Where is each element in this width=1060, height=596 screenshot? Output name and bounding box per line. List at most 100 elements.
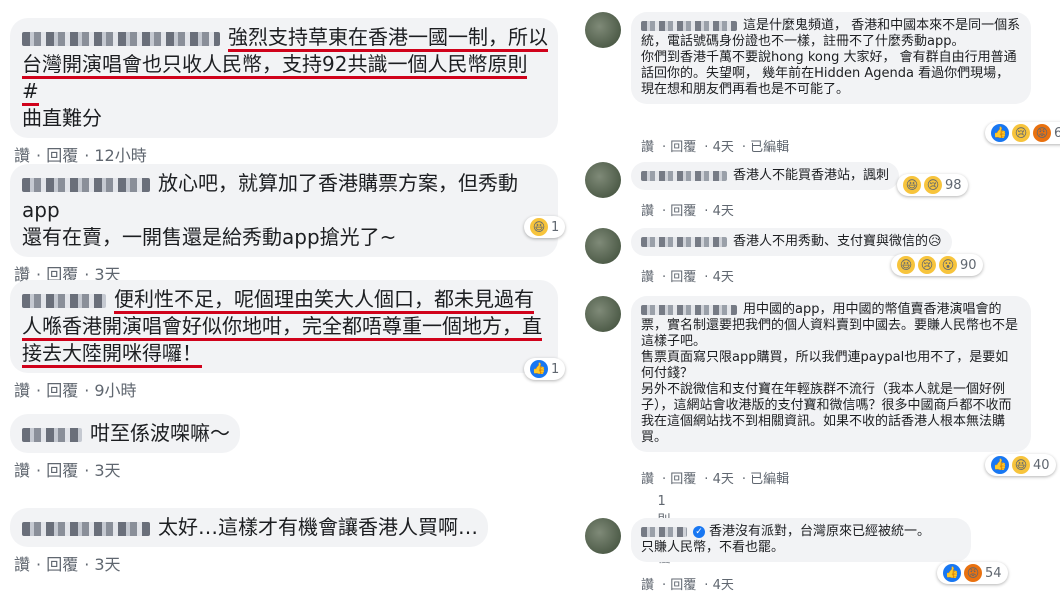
edited-label[interactable]: 已編輯 bbox=[750, 472, 789, 487]
timestamp[interactable]: 4天 bbox=[713, 204, 734, 219]
timestamp[interactable]: 4天 bbox=[713, 472, 734, 487]
reply-link[interactable]: 回覆 bbox=[670, 578, 696, 593]
avatar[interactable] bbox=[585, 518, 621, 554]
left-comment-column: 強烈支持草東在香港一國一制，所以 台灣開演唱會也只收人民幣，支持92共識一個人民… bbox=[0, 0, 570, 596]
comment-text: 香港人不用秀動、支付寶與微信的😥 bbox=[733, 234, 942, 249]
reaction-count: 40 bbox=[1033, 457, 1050, 473]
avatar[interactable] bbox=[585, 296, 621, 332]
comment-bubble: 香港人不能買香港站，諷刺 bbox=[631, 162, 900, 190]
comment-meta: 讚 · 回覆 · 4天 bbox=[641, 270, 734, 285]
comment-meta: 讚 · 回覆 · 4天 bbox=[641, 204, 734, 219]
comment-item: 放心吧，就算加了香港購票方案，但秀動app 還有在賣，一開售還是給秀動app搶光… bbox=[10, 164, 566, 285]
like-link[interactable]: 讚 bbox=[14, 461, 30, 480]
commenter-name[interactable] bbox=[22, 31, 220, 46]
like-link[interactable]: 讚 bbox=[641, 204, 654, 219]
comment-meta: 讚 · 回覆 · 4天 · 已編輯 bbox=[641, 472, 790, 487]
reaction-summary[interactable]: 😆 😢 98 bbox=[897, 174, 968, 196]
comment-text-line: 曲直難分 bbox=[22, 106, 102, 130]
commenter-name[interactable] bbox=[22, 427, 82, 442]
comment-text-line: 接去大陸開咪得囉！ bbox=[22, 341, 202, 368]
like-reaction-icon: 👍 bbox=[991, 124, 1009, 142]
reaction-count: 1 bbox=[551, 361, 560, 377]
haha-reaction-icon: 😆 bbox=[530, 218, 548, 236]
like-link[interactable]: 讚 bbox=[641, 140, 654, 155]
avatar[interactable] bbox=[585, 12, 621, 48]
reply-link[interactable]: 回覆 bbox=[670, 270, 696, 285]
commenter-name[interactable] bbox=[641, 20, 737, 31]
timestamp[interactable]: 3天 bbox=[94, 555, 120, 574]
sad-reaction-icon: 😢 bbox=[918, 256, 936, 274]
comment-item: 咁至係波㗎嘛～ 讚 · 回覆 · 3天 bbox=[10, 414, 240, 481]
commenter-name[interactable] bbox=[641, 304, 737, 315]
comment-bubble: 這是什麼鬼頻道， 香港和中國本來不是同一個系統，電話號碼身份證也不一樣，註冊不了… bbox=[631, 12, 1031, 104]
verified-icon: ✓ bbox=[693, 525, 705, 538]
reaction-summary[interactable]: 👍 😢 😡 61 bbox=[985, 122, 1060, 144]
comment-meta: 讚 · 回覆 · 4天 · 已編輯 bbox=[641, 140, 790, 155]
comment-meta: 讚 · 回覆 · 3天 bbox=[14, 555, 121, 574]
reply-link[interactable]: 回覆 bbox=[46, 381, 78, 400]
reaction-summary[interactable]: 😆 1 bbox=[524, 216, 566, 238]
comment-text-line: 咁至係波㗎嘛～ bbox=[90, 421, 230, 445]
like-link[interactable]: 讚 bbox=[14, 146, 30, 165]
comment-bubble: 太好…這樣才有機會讓香港人買啊… bbox=[10, 508, 488, 547]
comment-bubble: 便利性不足，呢個理由笑大人個口，都未見過有 人喺香港開演唱會好似你地咁，完全都唔… bbox=[10, 280, 558, 373]
comment-text-line: 台灣開演唱會也只收人民幣，支持92共識一個人民幣原則 # bbox=[22, 52, 528, 106]
comment-meta: 讚 · 回覆 · 9小時 bbox=[14, 381, 137, 400]
reaction-count: 61 bbox=[1054, 125, 1060, 141]
reply-link[interactable]: 回覆 bbox=[670, 140, 696, 155]
commenter-name[interactable] bbox=[22, 293, 106, 308]
comment-meta: 讚 · 回覆 · 3天 bbox=[14, 461, 121, 480]
reply-link[interactable]: 回覆 bbox=[46, 146, 78, 165]
commenter-name[interactable] bbox=[641, 236, 727, 247]
commenter-name[interactable] bbox=[22, 177, 150, 192]
comment-bubble: 用中國的app，用中國的幣值賣香港演唱會的票，實名制還要把我們的個人資料賣到中國… bbox=[631, 296, 1031, 452]
avatar[interactable] bbox=[585, 228, 621, 264]
like-link[interactable]: 讚 bbox=[641, 578, 654, 593]
reply-link[interactable]: 回覆 bbox=[46, 555, 78, 574]
timestamp[interactable]: 4天 bbox=[713, 140, 734, 155]
commenter-name[interactable] bbox=[641, 170, 727, 181]
comment-item: 便利性不足，呢個理由笑大人個口，都未見過有 人喺香港開演唱會好似你地咁，完全都唔… bbox=[10, 280, 566, 401]
reaction-summary[interactable]: 👍 😡 54 bbox=[937, 562, 1008, 584]
comment-bubble: 香港人不用秀動、支付寶與微信的😥 bbox=[631, 228, 952, 256]
comment-item: 強烈支持草東在香港一國一制，所以 台灣開演唱會也只收人民幣，支持92共識一個人民… bbox=[10, 18, 558, 166]
like-link[interactable]: 讚 bbox=[14, 381, 30, 400]
timestamp[interactable]: 9小時 bbox=[94, 381, 136, 400]
like-link[interactable]: 讚 bbox=[14, 555, 30, 574]
avatar[interactable] bbox=[585, 162, 621, 198]
reply-link[interactable]: 回覆 bbox=[670, 472, 696, 487]
angry-reaction-icon: 😡 bbox=[964, 564, 982, 582]
timestamp[interactable]: 12小時 bbox=[94, 146, 146, 165]
commenter-name[interactable] bbox=[641, 526, 687, 537]
comment-bubble: ✓ 香港沒有派對，台灣原來已經被統一。 只賺人民幣，不看也罷。 bbox=[631, 518, 971, 562]
reaction-summary[interactable]: 👍 😆 40 bbox=[985, 454, 1056, 476]
comment-meta: 讚 · 回覆 · 12小時 bbox=[14, 146, 147, 165]
comment-text-line: 還有在賣，一開售還是給秀動app搶光了~ bbox=[22, 225, 397, 249]
comment-bubble: 放心吧，就算加了香港購票方案，但秀動app 還有在賣，一開售還是給秀動app搶光… bbox=[10, 164, 558, 257]
reaction-summary[interactable]: 👍 1 bbox=[524, 358, 566, 380]
angry-reaction-icon: 😡 bbox=[1033, 124, 1051, 142]
wow-reaction-icon: 😮 bbox=[939, 256, 957, 274]
timestamp[interactable]: 4天 bbox=[713, 270, 734, 285]
haha-reaction-icon: 😆 bbox=[1012, 456, 1030, 474]
comment-text-line: 太好…這樣才有機會讓香港人買啊… bbox=[158, 515, 478, 539]
comment-bubble: 強烈支持草東在香港一國一制，所以 台灣開演唱會也只收人民幣，支持92共識一個人民… bbox=[10, 18, 558, 138]
comment-text: 香港人不能買香港站，諷刺 bbox=[733, 168, 890, 183]
comment-text: 用中國的app，用中國的幣值賣香港演唱會的票，實名制還要把我們的個人資料賣到中國… bbox=[641, 302, 1019, 445]
sad-reaction-icon: 😢 bbox=[924, 176, 942, 194]
sad-reaction-icon: 😢 bbox=[1012, 124, 1030, 142]
like-reaction-icon: 👍 bbox=[943, 564, 961, 582]
commenter-name[interactable] bbox=[22, 521, 150, 536]
edited-label[interactable]: 已編輯 bbox=[750, 140, 789, 155]
like-link[interactable]: 讚 bbox=[641, 270, 654, 285]
comment-meta: 讚 · 回覆 · 4天 bbox=[641, 578, 734, 593]
comment-text-line: 強烈支持草東在香港一國一制，所以 bbox=[228, 25, 548, 52]
reply-link[interactable]: 回覆 bbox=[46, 461, 78, 480]
timestamp[interactable]: 3天 bbox=[94, 461, 120, 480]
timestamp[interactable]: 4天 bbox=[713, 578, 734, 593]
like-link[interactable]: 讚 bbox=[641, 472, 654, 487]
reaction-summary[interactable]: 😆 😢 😮 90 bbox=[891, 254, 983, 276]
like-reaction-icon: 👍 bbox=[530, 360, 548, 378]
comment-bubble: 咁至係波㗎嘛～ bbox=[10, 414, 240, 453]
reply-link[interactable]: 回覆 bbox=[670, 204, 696, 219]
